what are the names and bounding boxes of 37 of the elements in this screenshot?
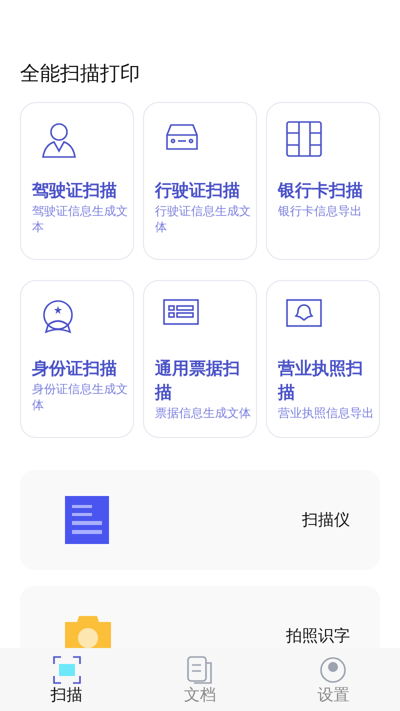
emblem-icon [40, 299, 76, 335]
card-subtitle: 行驶证信息生成文体 [155, 203, 252, 235]
scan-card[interactable]: 行驶证扫描 行驶证信息生成文体 [143, 102, 257, 260]
card-title: 驾驶证扫描 [32, 180, 118, 203]
camera-icon [65, 616, 111, 648]
scan-card[interactable]: 驾驶证扫描 驾驶证信息生成文本 [20, 102, 134, 260]
nav-tab[interactable]: 设置 [317, 654, 350, 704]
card-title: 行驶证扫描 [155, 180, 241, 203]
tool-card[interactable]: 拍照识字 [20, 586, 380, 648]
card-title: 身份证扫描 [32, 358, 118, 381]
nav-tab[interactable]: 文档 [184, 654, 216, 704]
card-title: 银行卡扫描 [278, 180, 364, 203]
chip-icon [286, 121, 322, 157]
nav-tab[interactable]: 扫描 [50, 654, 83, 704]
card-subtitle: 银行卡信息导出 [278, 203, 363, 219]
scan-icon [52, 654, 82, 684]
card-subtitle: 驾驶证信息生成文本 [32, 203, 129, 235]
scan-card[interactable]: 通用票据扫描 票据信息生成文体 [143, 280, 257, 438]
settings-icon [318, 654, 348, 684]
car-icon [163, 121, 201, 153]
card-title: 通用票据扫描 [155, 358, 241, 405]
document-icon [186, 654, 214, 684]
person-icon [40, 121, 78, 159]
card-title: 营业执照扫描 [278, 358, 364, 405]
card-subtitle: 票据信息生成文体 [155, 405, 252, 421]
ticket-icon [163, 299, 199, 325]
tool-card[interactable]: 扫描仪 [20, 470, 380, 570]
card-subtitle: 营业执照信息导出 [278, 405, 375, 421]
scan-card[interactable]: 身份证扫描 身份证信息生成文体 [20, 280, 134, 438]
scan-card[interactable]: 银行卡扫描 银行卡信息导出 [266, 102, 380, 260]
card-subtitle: 身份证信息生成文体 [32, 381, 129, 413]
tool-label: 扫描仪 [302, 509, 350, 531]
document-icon [65, 496, 109, 544]
tool-label: 拍照识字 [286, 625, 350, 647]
certificate-icon [286, 299, 322, 327]
scan-card[interactable]: 营业执照扫描 营业执照信息导出 [266, 280, 380, 438]
page-title: 全能扫描打印 [20, 60, 141, 87]
